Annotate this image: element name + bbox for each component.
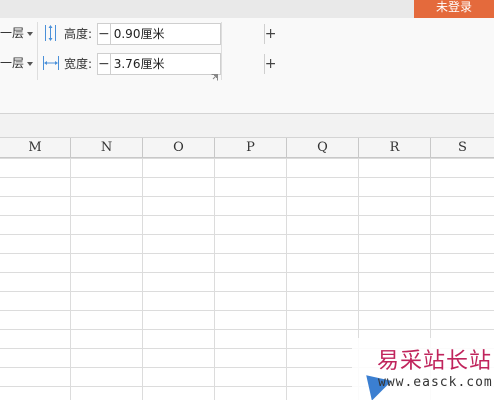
column-header-r[interactable]: R [359,138,431,158]
grid-line [70,158,71,400]
bring-forward-button[interactable]: 一层 [0,24,34,42]
chevron-down-icon [27,61,34,66]
watermark-url: www.easck.com [378,375,493,390]
grid-line [214,158,215,400]
login-button[interactable]: 未登录 [414,0,494,18]
column-header-m[interactable]: M [0,138,71,158]
column-header-q[interactable]: Q [287,138,359,158]
width-decrease-button[interactable]: − [98,54,111,74]
grid-line [286,158,287,400]
dialog-launcher-icon[interactable] [211,74,218,81]
height-input[interactable] [110,24,264,44]
column-header-p[interactable]: P [215,138,287,158]
send-backward-label: 一层 [0,56,25,70]
height-increase-button[interactable]: + [263,24,276,44]
bring-forward-label: 一层 [0,26,25,40]
column-header-o[interactable]: O [143,138,215,158]
width-stepper: − + [97,53,276,75]
watermark-title: 易采站长站 [377,349,493,374]
chevron-down-icon [27,31,34,36]
group-separator [37,22,38,80]
width-increase-button[interactable]: + [263,54,276,74]
width-input[interactable] [110,54,264,74]
send-backward-button[interactable]: 一层 [0,54,34,72]
height-stepper: − + [97,23,276,45]
height-label: 高度: [64,27,93,41]
height-decrease-button[interactable]: − [98,24,111,44]
width-icon [43,56,59,70]
column-header-row: M N O P Q R S [0,138,494,158]
column-header-s[interactable]: S [431,138,494,158]
grid-line [142,158,143,400]
column-header-n[interactable]: N [71,138,143,158]
height-icon [45,25,56,41]
formula-bar-area [0,114,494,138]
width-label: 宽度: [64,57,93,71]
